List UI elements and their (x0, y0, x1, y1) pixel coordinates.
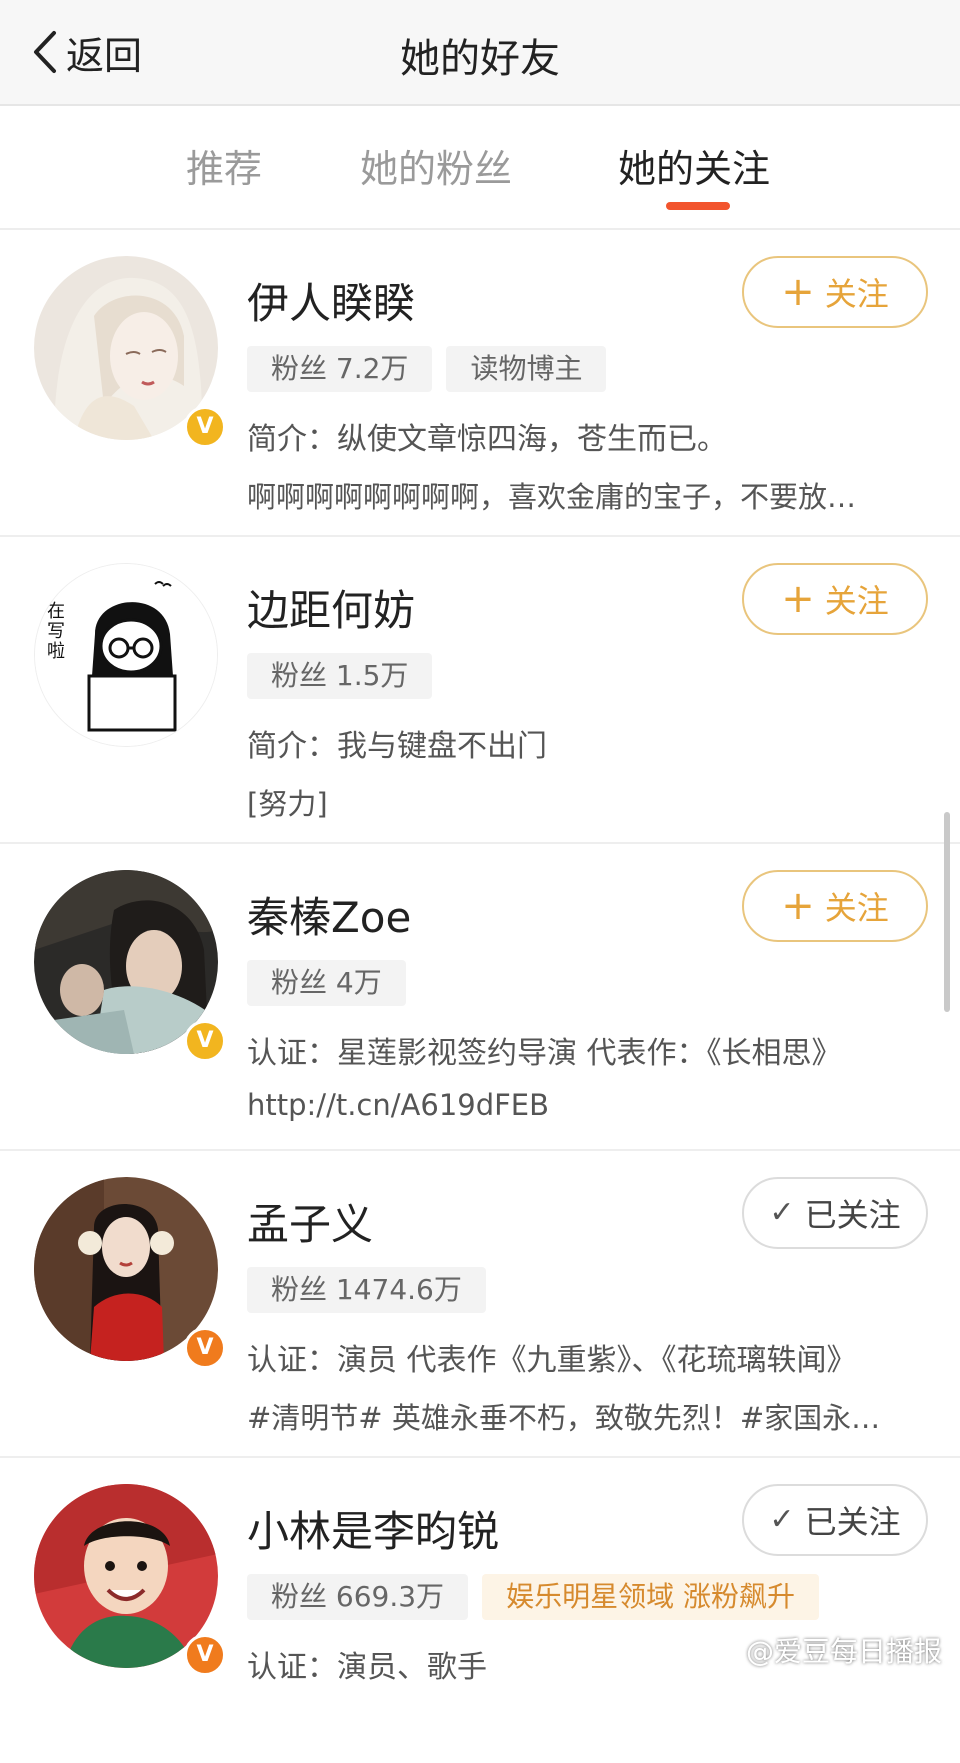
fans-count-tag: 粉丝 4万 (247, 960, 406, 1006)
user-list: V 伊人睽睽 粉丝 7.2万 读物博主 简介：纵使文章惊四海，苍生而已。 啊啊啊… (0, 230, 960, 1763)
list-item[interactable]: V 秦榛Zoe 粉丝 4万 认证：星莲影视签约导演 代表作：《长相思》 http… (0, 844, 960, 1151)
tab-her-following[interactable]: 她的关注 (618, 138, 770, 193)
following-button[interactable]: ✓ 已关注 (742, 1484, 928, 1556)
fans-count-tag: 粉丝 1.5万 (247, 653, 433, 699)
following-label: 已关注 (804, 1196, 901, 1234)
trending-tag: 娱乐明星领域 涨粉飙升 (482, 1574, 819, 1620)
user-name[interactable]: 孟子义 (247, 1191, 373, 1252)
list-item[interactable]: V 小林是李昀锐 粉丝 669.3万 娱乐明星领域 涨粉飙升 认证：演员、歌手 … (0, 1458, 960, 1763)
fans-count-tag: 粉丝 1474.6万 (247, 1267, 486, 1313)
tag-row: 粉丝 4万 (247, 960, 406, 1006)
checkmark-icon: ✓ (769, 1195, 795, 1230)
tab-recommend[interactable]: 推荐 (186, 138, 262, 193)
follow-label: 关注 (824, 889, 889, 927)
user-link[interactable]: http://t.cn/A619dFEB (247, 1088, 917, 1122)
list-item[interactable]: V 孟子义 粉丝 1474.6万 认证：演员 代表作《九重紫》、《花琉璃轶闻》 … (0, 1151, 960, 1458)
list-item[interactable]: 在写啦 边距何妨 粉丝 1.5万 简介：我与键盘不出门 [努力] + 关注 (0, 537, 960, 844)
active-tab-indicator (666, 202, 730, 210)
user-latest-post: 啊啊啊啊啊啊啊啊，喜欢金庸的宝子，不要放… (247, 480, 857, 514)
tab-bar: 推荐 她的粉丝 她的关注 (0, 106, 960, 230)
verified-badge-icon: V (184, 1634, 226, 1676)
avatar[interactable]: 在写啦 (34, 563, 218, 747)
user-latest-post: [努力] (247, 787, 328, 821)
user-name[interactable]: 秦榛Zoe (247, 884, 411, 945)
user-verification: 认证：演员 代表作《九重紫》、《花琉璃轶闻》 (247, 1343, 857, 1378)
follow-label: 关注 (824, 275, 889, 313)
plus-icon: + (781, 576, 815, 622)
watermark: @爱豆每日播报 (706, 1630, 942, 1670)
verified-badge-icon: V (184, 1020, 226, 1062)
follow-label: 关注 (824, 582, 889, 620)
category-tag: 读物博主 (446, 346, 607, 392)
user-name[interactable]: 边距何妨 (247, 577, 415, 638)
fans-count-tag: 粉丝 669.3万 (247, 1574, 469, 1620)
checkmark-icon: ✓ (769, 1502, 795, 1537)
tag-row: 粉丝 1474.6万 (247, 1267, 486, 1313)
watermark-text: @爱豆每日播报 (745, 1635, 942, 1668)
list-item[interactable]: V 伊人睽睽 粉丝 7.2万 读物博主 简介：纵使文章惊四海，苍生而已。 啊啊啊… (0, 230, 960, 537)
top-nav-bar: 返回 她的好友 (0, 0, 960, 106)
tag-row: 粉丝 1.5万 (247, 653, 433, 699)
scrollbar[interactable] (944, 812, 950, 1012)
plus-icon: + (781, 269, 815, 315)
tag-row: 粉丝 7.2万 读物博主 (247, 346, 607, 392)
follow-button[interactable]: + 关注 (742, 256, 928, 328)
fans-count-tag: 粉丝 7.2万 (247, 346, 433, 392)
plus-icon: + (781, 883, 815, 929)
following-button[interactable]: ✓ 已关注 (742, 1177, 928, 1249)
verified-badge-icon: V (184, 406, 226, 448)
user-name[interactable]: 小林是李昀锐 (247, 1498, 499, 1559)
user-latest-post: #清明节# 英雄永垂不朽，致敬先烈！#家国永… (247, 1401, 881, 1435)
user-name[interactable]: 伊人睽睽 (247, 270, 415, 331)
follow-button[interactable]: + 关注 (742, 870, 928, 942)
verified-badge-icon: V (184, 1327, 226, 1369)
tab-her-fans[interactable]: 她的粉丝 (360, 138, 512, 193)
user-verification: 认证：星莲影视签约导演 代表作：《长相思》 (247, 1036, 842, 1071)
weibo-icon (706, 1633, 740, 1668)
follow-button[interactable]: + 关注 (742, 563, 928, 635)
avatar-caption: 在写啦 (47, 601, 65, 662)
page-title: 她的好友 (400, 36, 560, 82)
following-label: 已关注 (804, 1503, 901, 1541)
user-bio: 简介：我与键盘不出门 (247, 729, 547, 764)
tag-row: 粉丝 669.3万 娱乐明星领域 涨粉飙升 (247, 1574, 819, 1620)
user-bio: 简介：纵使文章惊四海，苍生而已。 (247, 422, 727, 457)
